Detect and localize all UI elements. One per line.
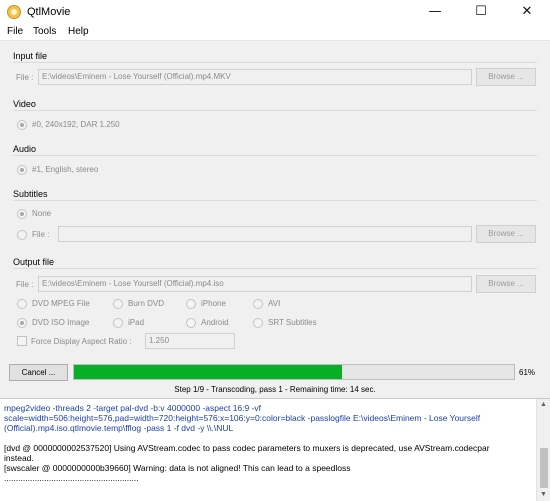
format-srt-label: SRT Subtitles (268, 318, 317, 327)
format-dvd-mpeg-label: DVD MPEG File (32, 299, 90, 308)
force-aspect-checkbox[interactable] (17, 336, 27, 346)
format-srt-radio[interactable] (253, 318, 263, 328)
log-scrollbar[interactable]: ▲ ▼ (536, 399, 550, 501)
video-stream-label: #0, 240x192, DAR 1.250 (32, 120, 120, 129)
log-output[interactable]: mpeg2video -threads 2 -target pal-dvd -b… (0, 398, 550, 501)
log-line: [swscaler @ 0000000000b39660] Warning: d… (4, 463, 351, 473)
format-ipad-radio[interactable] (113, 318, 123, 328)
subtitles-none-radio[interactable] (17, 209, 27, 219)
format-dvd-iso-label: DVD ISO Image (32, 318, 90, 327)
scroll-thumb[interactable] (540, 448, 548, 488)
audio-stream-label: #1, English, stereo (32, 165, 99, 174)
log-line: ........................................… (4, 473, 139, 483)
window-title: QtlMovie (27, 6, 71, 18)
video-section-label: Video (13, 99, 36, 109)
output-browse-button[interactable]: Browse ... (476, 275, 536, 293)
title-bar: QtlMovie — ☐ ✕ (0, 0, 550, 24)
log-line: (Official).mp4.iso.qtlmovie.temp\fflog -… (4, 423, 234, 433)
input-file-label: File : (16, 73, 34, 82)
format-ipad-label: iPad (128, 318, 145, 327)
menu-help[interactable]: Help (68, 26, 89, 37)
subtitles-file-radio[interactable] (17, 230, 27, 240)
output-file-section-label: Output file (13, 257, 55, 267)
subtitles-section-divider (13, 200, 537, 201)
format-avi-radio[interactable] (253, 299, 263, 309)
menu-bar: File Tools Help (0, 24, 550, 41)
force-aspect-label: Force Display Aspect Ratio : (31, 337, 132, 346)
log-line: mpeg2video -threads 2 -target pal-dvd -b… (4, 403, 262, 413)
format-iphone-label: iPhone (201, 299, 226, 308)
format-burn-dvd-radio[interactable] (113, 299, 123, 309)
scroll-down-icon[interactable]: ▼ (540, 491, 547, 498)
video-stream-radio[interactable] (17, 120, 27, 130)
progress-bar (73, 364, 515, 380)
scroll-up-icon[interactable]: ▲ (540, 401, 547, 408)
input-section-divider (13, 62, 537, 63)
format-android-label: Android (201, 318, 229, 327)
maximize-button[interactable]: ☐ (458, 0, 504, 24)
close-button[interactable]: ✕ (504, 0, 550, 24)
subtitles-none-label: None (32, 209, 52, 218)
input-browse-button[interactable]: Browse ... (476, 68, 536, 86)
menu-tools[interactable]: Tools (33, 26, 56, 37)
menu-file[interactable]: File (7, 26, 23, 37)
video-section-divider (13, 110, 537, 111)
subtitles-file-label: File : (32, 230, 50, 239)
subtitles-browse-button[interactable]: Browse ... (476, 225, 536, 243)
progress-status: Step 1/9 - Transcoding, pass 1 - Remaini… (174, 385, 376, 394)
input-file-field[interactable]: E:\videos\Eminem - Lose Yourself (Offici… (38, 69, 472, 85)
progress-percent: 61% (519, 368, 536, 377)
log-line: [dvd @ 0000000002537520] Using AVStream.… (4, 443, 490, 453)
subtitles-file-field[interactable] (58, 226, 472, 242)
subtitles-section-label: Subtitles (13, 189, 48, 199)
format-avi-label: AVI (268, 299, 281, 308)
format-android-radio[interactable] (186, 318, 196, 328)
app-icon (7, 5, 21, 19)
audio-stream-radio[interactable] (17, 165, 27, 175)
force-aspect-field[interactable]: 1.250 (145, 333, 235, 349)
output-file-label: File : (16, 280, 34, 289)
format-iphone-radio[interactable] (186, 299, 196, 309)
format-dvd-mpeg-radio[interactable] (17, 299, 27, 309)
log-line: instead. (4, 453, 34, 463)
input-file-section-label: Input file (13, 51, 48, 61)
progress-bar-fill (74, 365, 343, 379)
audio-section-divider (13, 155, 537, 156)
format-burn-dvd-label: Burn DVD (128, 299, 165, 308)
log-line: scale=width=506:height=576,pad=width=720… (4, 413, 481, 423)
cancel-button[interactable]: Cancel ... (9, 364, 68, 381)
output-file-field[interactable]: E:\videos\Eminem - Lose Yourself (Offici… (38, 276, 472, 292)
audio-section-label: Audio (13, 144, 37, 154)
output-section-divider (13, 268, 537, 269)
format-dvd-iso-radio[interactable] (17, 318, 27, 328)
minimize-button[interactable]: — (412, 0, 458, 24)
